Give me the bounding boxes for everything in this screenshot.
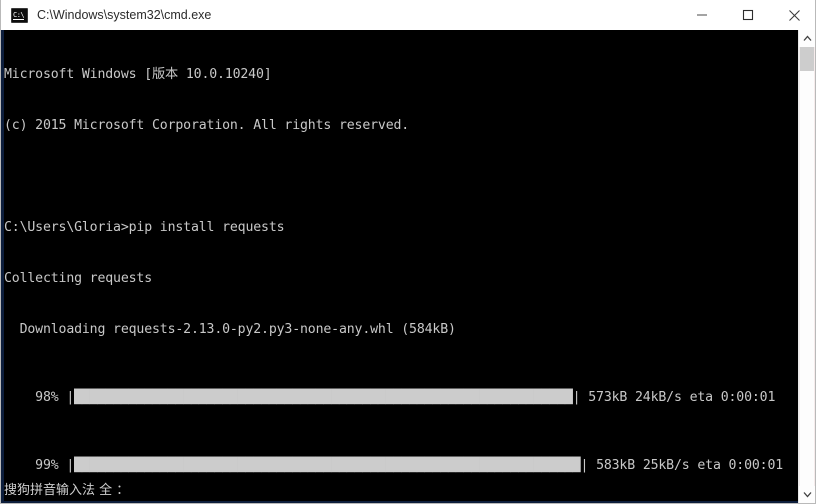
chevron-up-icon <box>803 35 811 41</box>
progress-downloaded: 573kB <box>588 390 628 405</box>
progress-sep-left: | <box>58 390 75 405</box>
progress-row: 98% |███████████████████████████████████… <box>4 389 788 406</box>
ime-status-bar: 搜狗拼音输入法 全 ： <box>4 483 130 498</box>
minimize-icon <box>697 14 707 16</box>
chevron-down-icon <box>803 492 811 498</box>
progress-sep-left: | <box>58 458 75 473</box>
progress-downloaded: 583kB <box>596 458 636 473</box>
minimize-button[interactable] <box>679 0 725 30</box>
progress-eta: eta 0:00:01 <box>697 458 784 473</box>
console-line: (c) 2015 Microsoft Corporation. All righ… <box>4 118 410 133</box>
progress-bar-fill: ████████████████████████████████████████… <box>74 458 581 473</box>
progress-sep-right: | <box>572 390 589 405</box>
maximize-icon <box>742 9 754 21</box>
maximize-button[interactable] <box>725 0 771 30</box>
title-bar-left: C:\Windows\system32\cmd.exe <box>1 0 679 30</box>
console-line: Downloading requests-2.13.0-py2.py3-none… <box>4 322 456 337</box>
progress-bar-fill: ████████████████████████████████████████… <box>74 390 573 405</box>
progress-speed: 24kB/s <box>635 390 682 405</box>
cmd-window: C:\Windows\system32\cmd.exe <box>0 0 816 504</box>
console-line: Collecting requests <box>4 271 153 286</box>
progress-indent <box>4 458 35 473</box>
window-controls <box>679 0 815 30</box>
scrollbar-thumb[interactable] <box>800 47 814 71</box>
scroll-down-button[interactable] <box>799 486 815 503</box>
progress-indent <box>4 390 35 405</box>
close-icon <box>788 9 800 21</box>
title-bar[interactable]: C:\Windows\system32\cmd.exe <box>1 0 815 31</box>
window-title: C:\Windows\system32\cmd.exe <box>37 8 212 22</box>
progress-percent: 99% <box>35 458 59 473</box>
progress-speed: 25kB/s <box>642 458 690 473</box>
console-output-area[interactable]: Microsoft Windows [版本 10.0.10240] (c) 20… <box>1 30 815 503</box>
cmd-console-icon <box>11 7 28 23</box>
console-command-line: C:\Users\Gloria>pip install requests <box>4 220 285 235</box>
scroll-up-button[interactable] <box>799 30 815 47</box>
progress-sep-right: | <box>580 458 597 473</box>
progress-eta: eta 0:00:01 <box>689 390 776 405</box>
vertical-scrollbar[interactable] <box>798 30 815 503</box>
close-button[interactable] <box>771 0 815 30</box>
progress-percent: 98% <box>35 390 59 405</box>
console-text: Microsoft Windows [版本 10.0.10240] (c) 20… <box>4 32 788 501</box>
console-line: Microsoft Windows [版本 10.0.10240] <box>4 67 272 82</box>
scrollbar-track[interactable] <box>799 47 815 486</box>
progress-row: 99% |███████████████████████████████████… <box>4 457 788 474</box>
